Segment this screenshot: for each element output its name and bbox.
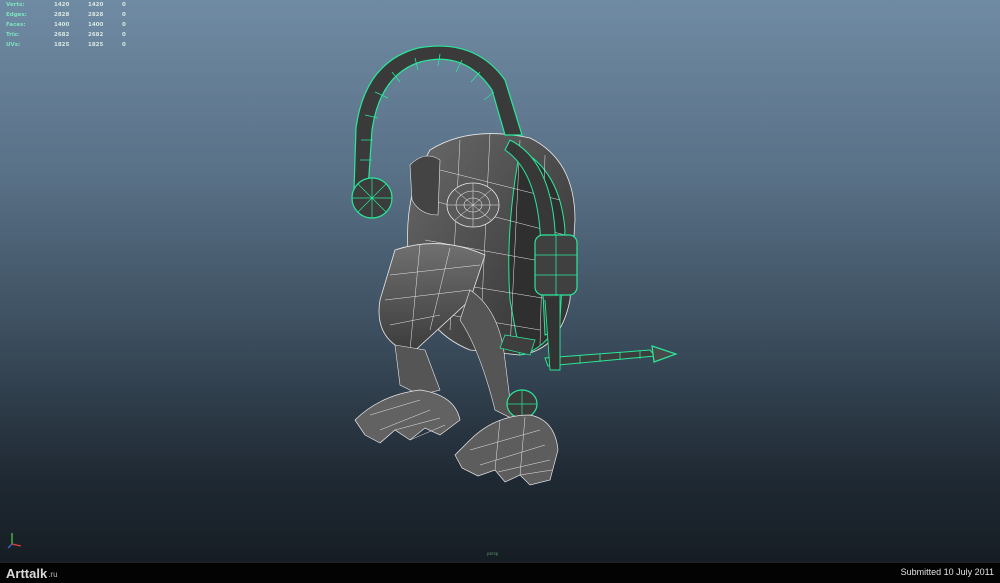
left-foot-mesh bbox=[354, 344, 461, 444]
site-logo[interactable]: Arttalk .ru bbox=[6, 564, 58, 582]
camera-label: persp bbox=[487, 551, 499, 556]
xyz-axis-gizmo-icon bbox=[7, 533, 22, 549]
submitted-date: Submitted 10 July 2011 bbox=[900, 567, 994, 577]
eye-mesh bbox=[446, 182, 500, 228]
brand-domain: .ru bbox=[48, 570, 58, 579]
brand-name: Arttalk bbox=[6, 565, 48, 581]
3d-viewport[interactable]: Verts: 1420 1420 0 Edges: 2828 2828 0 Fa… bbox=[0, 0, 1000, 562]
right-foot-mesh bbox=[454, 414, 559, 486]
creature-wireframe-model[interactable] bbox=[0, 0, 1000, 562]
footer-bar: Arttalk .ru Submitted 10 July 2011 bbox=[0, 562, 1000, 583]
tail-mesh bbox=[544, 345, 678, 367]
